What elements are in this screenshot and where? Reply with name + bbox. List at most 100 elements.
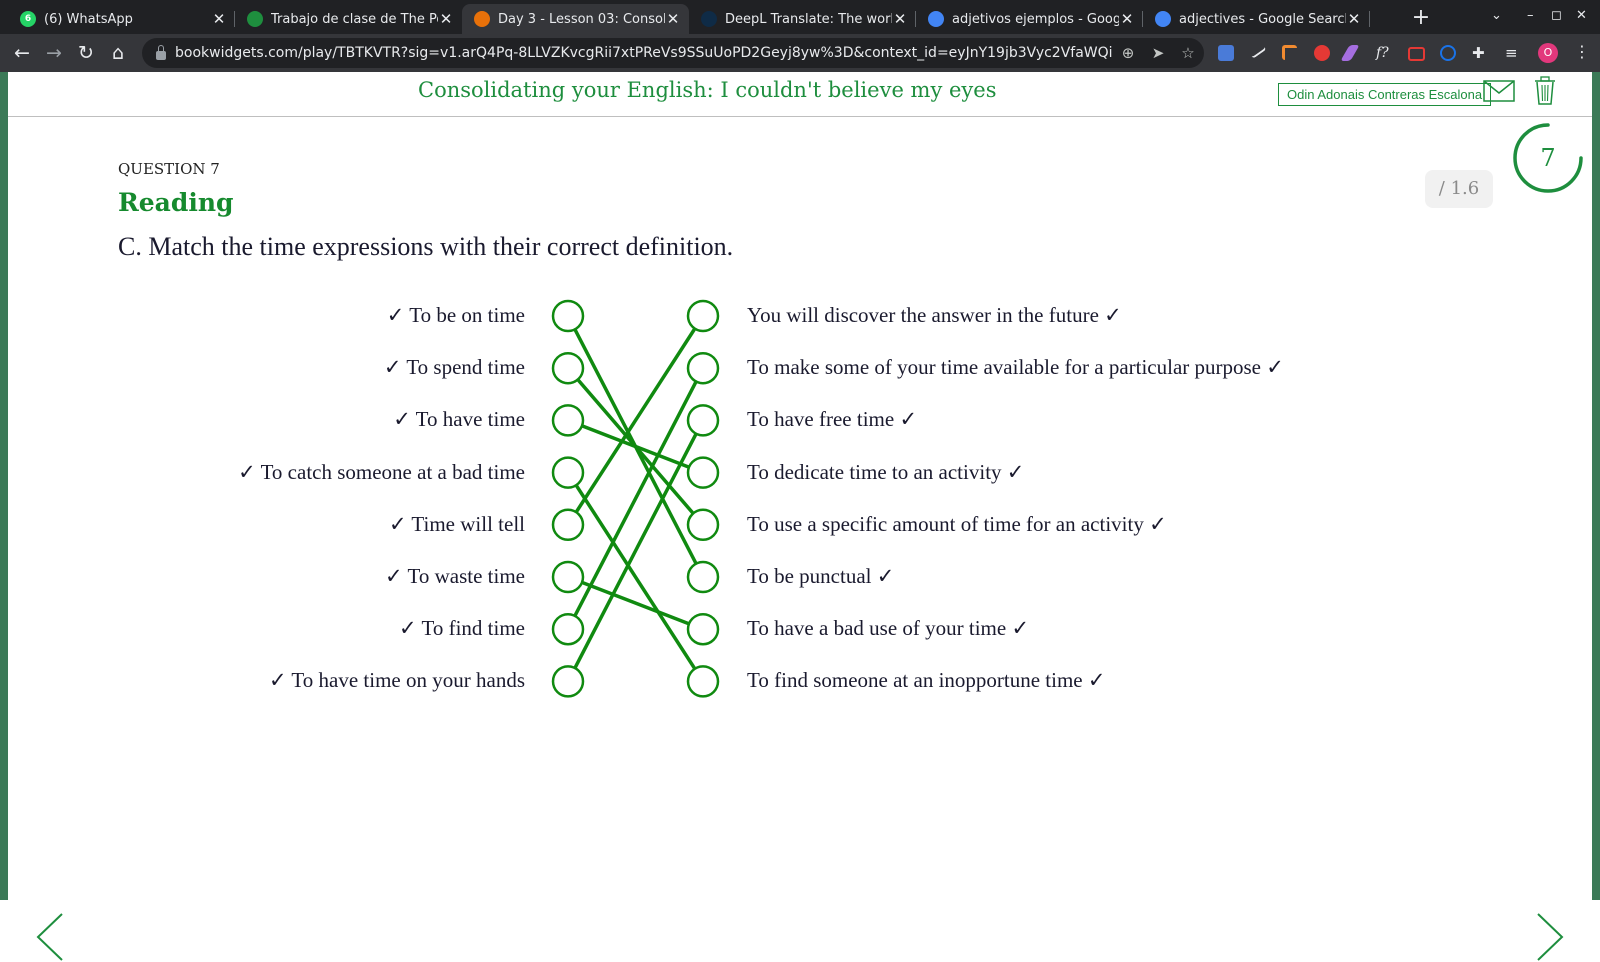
formula-extension-icon[interactable]: f? bbox=[1376, 45, 1392, 61]
left-item-label: To have time bbox=[415, 407, 525, 432]
next-arrow-icon[interactable] bbox=[1536, 912, 1564, 962]
tab-title: adjectives - Google Search bbox=[1179, 11, 1346, 27]
url-text[interactable]: bookwidgets.com/play/TBTKVTR?sig=v1.arQ4… bbox=[175, 45, 1113, 61]
right-item-label: To dedicate time to an activity bbox=[747, 459, 1002, 484]
right-item[interactable]: To find someone at an inopportune time ✓ bbox=[747, 668, 1105, 693]
right-connector-dot[interactable] bbox=[686, 456, 720, 489]
right-connector-dot[interactable] bbox=[686, 560, 720, 594]
google-icon bbox=[1155, 11, 1171, 27]
check-icon: ✓ bbox=[1104, 303, 1122, 327]
lock-icon bbox=[156, 44, 166, 60]
browser-toolbar: ← → ↻ ⌂ bookwidgets.com/play/TBTKVTR?sig… bbox=[0, 34, 1600, 72]
check-icon: ✓ bbox=[899, 407, 918, 432]
pen-extension-icon[interactable] bbox=[1247, 41, 1267, 59]
left-item[interactable]: ✓ To spend time bbox=[384, 355, 525, 380]
check-icon: ✓ bbox=[1149, 511, 1167, 536]
deepl-icon bbox=[701, 11, 717, 27]
left-item[interactable]: ✓ To have time on your hands bbox=[269, 668, 525, 693]
right-connector-dot[interactable] bbox=[686, 299, 720, 333]
check-icon: ✓ bbox=[1266, 355, 1284, 380]
browser-tab[interactable]: 6 (6) WhatsApp ✕ bbox=[8, 4, 235, 34]
right-item[interactable]: To make some of your time available for … bbox=[747, 355, 1284, 380]
right-item[interactable]: To use a specific amount of time for an … bbox=[747, 512, 1167, 537]
tab-title: (6) WhatsApp bbox=[44, 11, 133, 27]
tab-close-icon[interactable]: ✕ bbox=[1346, 10, 1362, 28]
left-item[interactable]: ✓ To be on time bbox=[387, 303, 525, 328]
previous-arrow-icon[interactable] bbox=[36, 912, 64, 962]
left-connector-dot[interactable] bbox=[551, 508, 585, 542]
tab-close-icon[interactable]: ✕ bbox=[438, 10, 454, 28]
left-connector-dot[interactable] bbox=[551, 665, 585, 698]
left-connector-dot[interactable] bbox=[551, 612, 585, 646]
highlighter-extension-icon[interactable] bbox=[1282, 45, 1297, 60]
right-connector-dot[interactable] bbox=[686, 404, 720, 437]
browser-tab[interactable]: adjectives - Google Search ✕ bbox=[1143, 4, 1370, 34]
browser-menu-icon[interactable]: ⋮ bbox=[1574, 42, 1590, 61]
reload-icon[interactable]: ↻ bbox=[74, 41, 98, 65]
left-connector-dot[interactable] bbox=[551, 404, 585, 437]
browser-tab[interactable]: Trabajo de clase de The Pow ✕ bbox=[235, 4, 462, 34]
right-item[interactable]: To have free time ✓ bbox=[747, 407, 917, 432]
left-connector-dot[interactable] bbox=[551, 299, 585, 333]
match-line bbox=[567, 418, 704, 475]
record-extension-icon[interactable] bbox=[1440, 45, 1456, 61]
back-icon[interactable]: ← bbox=[10, 41, 34, 65]
extensions-puzzle-icon[interactable]: ✚ bbox=[1472, 45, 1488, 61]
tab-search-icon[interactable]: ⌄ bbox=[1491, 8, 1502, 23]
home-icon[interactable]: ⌂ bbox=[106, 41, 130, 65]
left-connector-dot[interactable] bbox=[551, 456, 585, 489]
tab-close-icon[interactable]: ✕ bbox=[665, 10, 681, 28]
google-translate-extension-icon[interactable] bbox=[1218, 45, 1234, 61]
page-content: Consolidating your English: I couldn't b… bbox=[0, 72, 1600, 961]
match-line bbox=[566, 315, 705, 526]
check-icon: ✓ bbox=[385, 564, 403, 588]
forward-icon[interactable]: → bbox=[42, 41, 66, 65]
left-item[interactable]: ✓ To have time bbox=[393, 407, 525, 432]
check-icon: ✓ bbox=[268, 668, 287, 693]
right-connector-dot[interactable] bbox=[686, 351, 720, 385]
feather-extension-icon[interactable] bbox=[1340, 45, 1360, 61]
new-tab-button[interactable]: + bbox=[1409, 5, 1433, 30]
right-item[interactable]: To have a bad use of your time ✓ bbox=[747, 616, 1029, 641]
right-item-label: To have free time bbox=[747, 407, 895, 432]
browser-tab[interactable]: Day 3 - Lesson 03: Consolida✕ bbox=[462, 4, 689, 34]
adblock-extension-icon[interactable] bbox=[1314, 45, 1330, 61]
check-icon: ✓ bbox=[386, 303, 405, 327]
address-bar[interactable]: bookwidgets.com/play/TBTKVTR?sig=v1.arQ4… bbox=[142, 38, 1204, 68]
left-item[interactable]: ✓ To waste time bbox=[385, 564, 525, 589]
left-connector-dot[interactable] bbox=[551, 351, 585, 385]
send-icon[interactable]: ➤ bbox=[1143, 44, 1173, 62]
check-icon: ✓ bbox=[238, 459, 256, 484]
left-connector-dot[interactable] bbox=[551, 560, 585, 594]
browser-tab[interactable]: DeepL Translate: The world's✕ bbox=[689, 4, 916, 34]
right-connector-dot[interactable] bbox=[686, 508, 720, 542]
minimize-button[interactable]: – bbox=[1527, 8, 1534, 23]
check-icon: ✓ bbox=[1087, 668, 1106, 693]
right-connector-dot[interactable] bbox=[686, 612, 720, 646]
left-item-label: To waste time bbox=[407, 564, 526, 588]
bookmark-star-icon[interactable]: ☆ bbox=[1173, 44, 1203, 62]
left-item[interactable]: ✓ Time will tell bbox=[389, 512, 525, 537]
left-item-label: To find time bbox=[421, 616, 525, 641]
tab-title: Day 3 - Lesson 03: Consolida bbox=[498, 11, 665, 27]
tab-close-icon[interactable]: ✕ bbox=[211, 10, 227, 28]
close-window-button[interactable]: ✕ bbox=[1576, 8, 1587, 23]
right-item[interactable]: To be punctual ✓ bbox=[747, 564, 894, 589]
profile-avatar[interactable]: O bbox=[1538, 43, 1558, 63]
media-control-icon[interactable]: ≡ bbox=[1505, 45, 1521, 61]
left-item[interactable]: ✓ To find time bbox=[399, 616, 525, 641]
left-item-label: To be on time bbox=[409, 303, 525, 327]
left-item[interactable]: ✓ To catch someone at a bad time bbox=[238, 460, 525, 485]
right-item[interactable]: You will discover the answer in the futu… bbox=[747, 303, 1122, 328]
restore-button[interactable]: ◻ bbox=[1551, 8, 1562, 23]
matching-lines bbox=[551, 299, 720, 698]
zoom-icon[interactable]: ⊕ bbox=[1113, 44, 1143, 62]
right-item[interactable]: To dedicate time to an activity ✓ bbox=[747, 460, 1024, 485]
tab-close-icon[interactable]: ✕ bbox=[892, 10, 908, 28]
right-item-label: To use a specific amount of time for an … bbox=[747, 511, 1144, 536]
right-item-label: To find someone at an inopportune time bbox=[747, 668, 1083, 693]
tab-close-icon[interactable]: ✕ bbox=[1119, 10, 1135, 28]
screen-cast-extension-icon[interactable] bbox=[1408, 47, 1425, 61]
browser-tab[interactable]: adjetivos ejemplos - Google ✕ bbox=[916, 4, 1143, 34]
right-connector-dot[interactable] bbox=[686, 665, 720, 698]
